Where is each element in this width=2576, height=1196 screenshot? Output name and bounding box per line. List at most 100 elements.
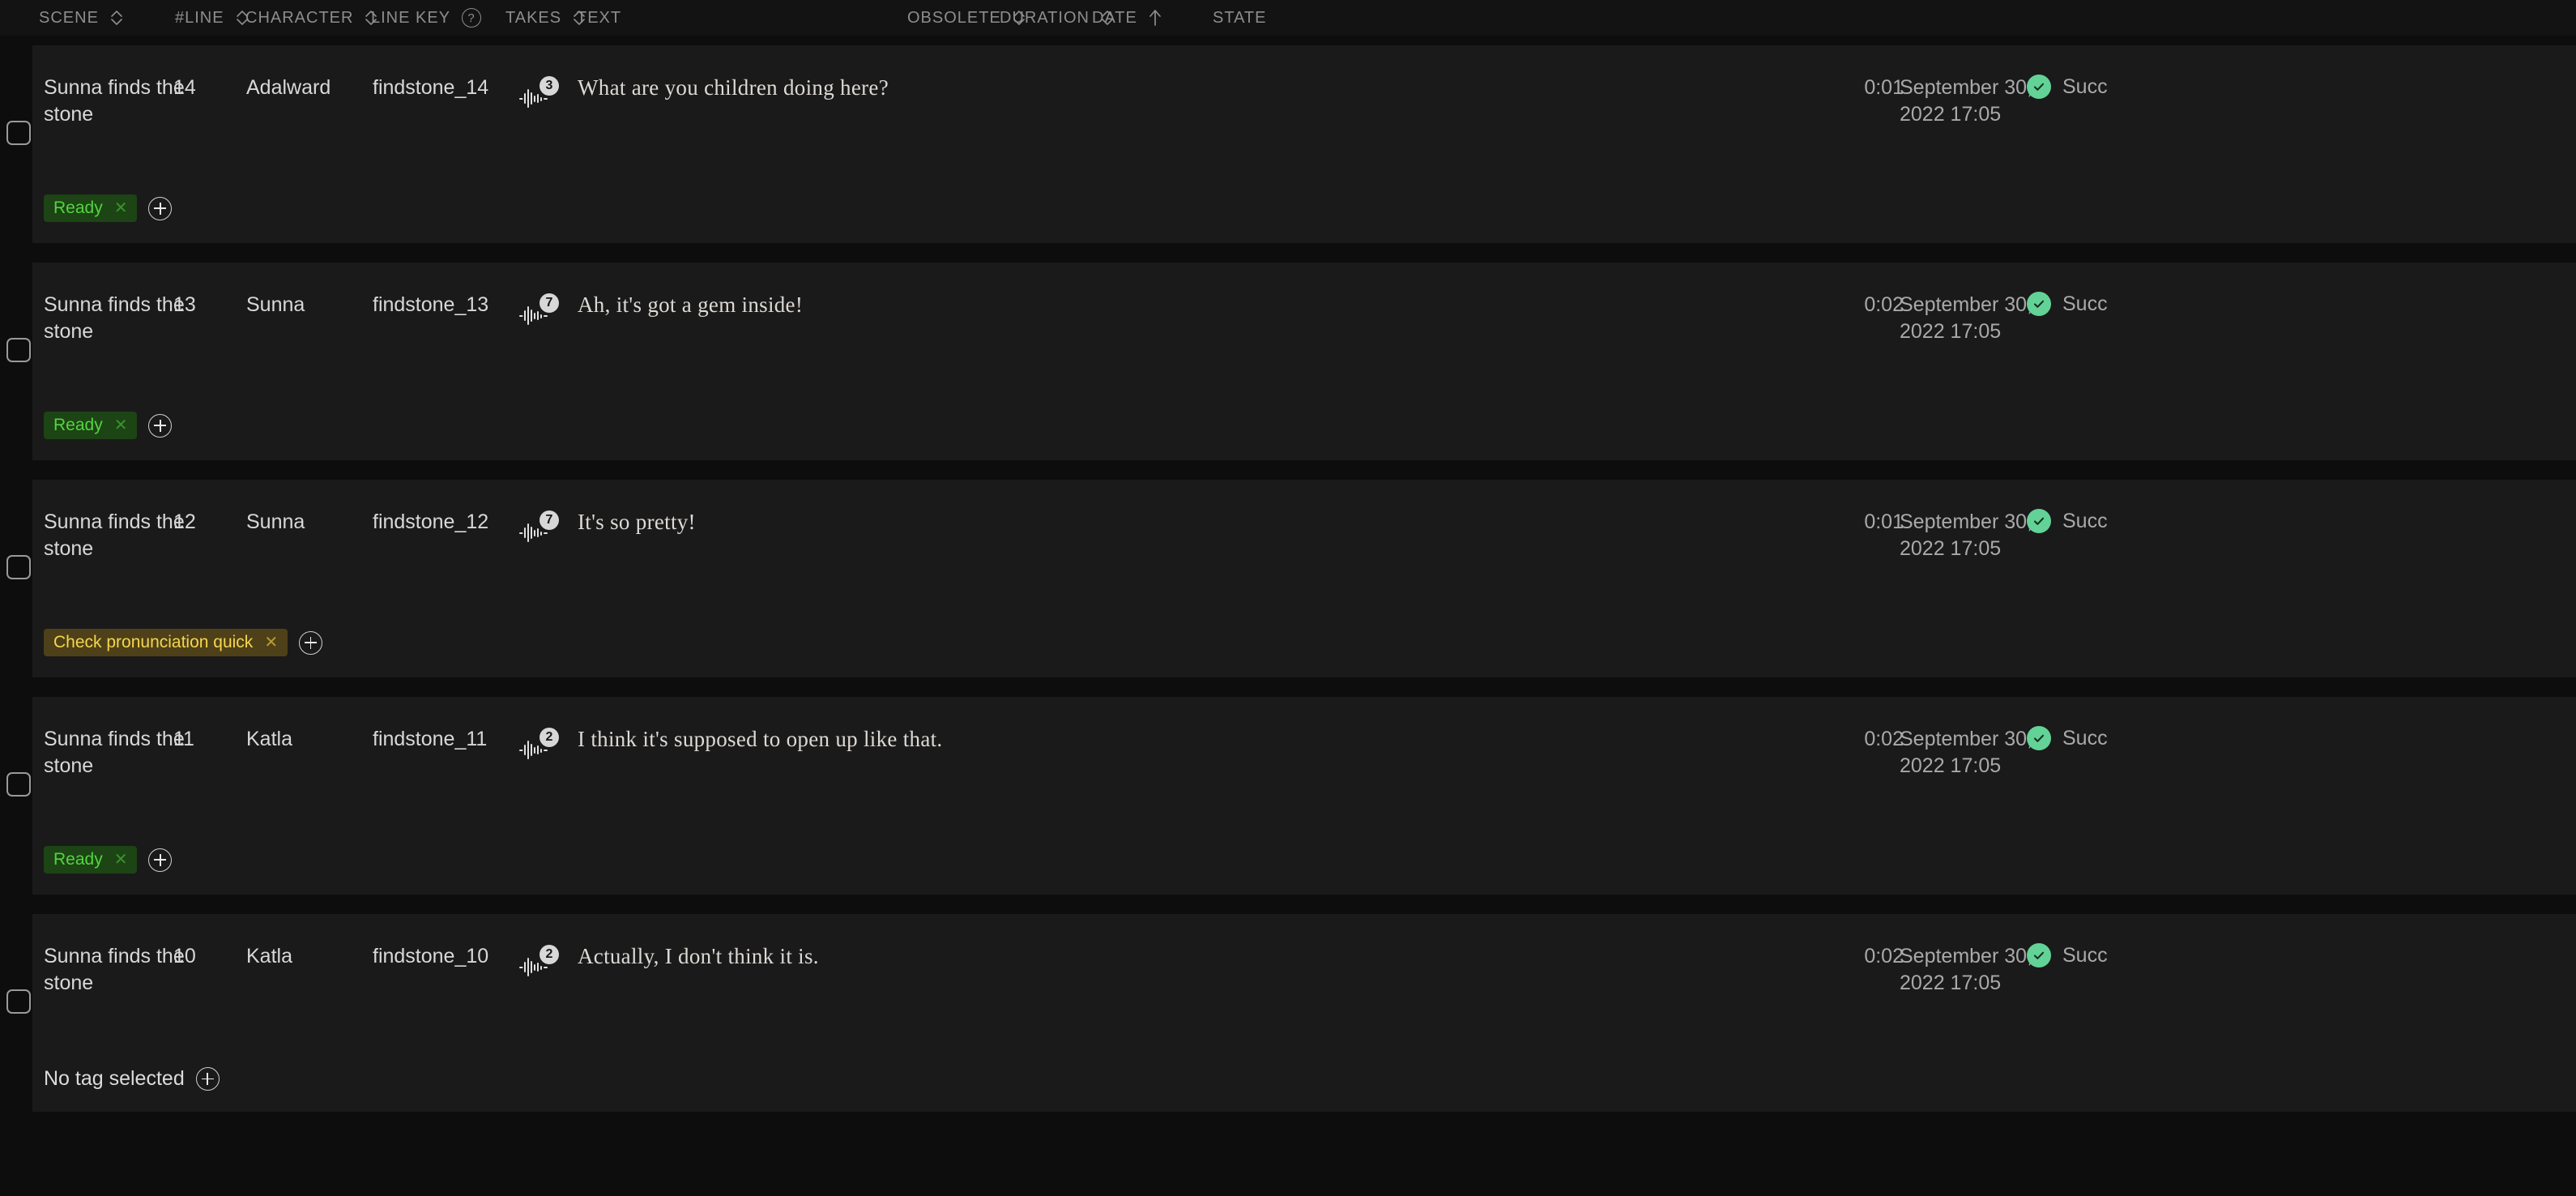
cell-text: Ah, it's got a gem inside!	[578, 293, 804, 317]
tag-chip[interactable]: Ready ✕	[44, 412, 138, 439]
column-header-label: DURATION	[1000, 8, 1090, 27]
row-checkbox[interactable]	[6, 989, 31, 1014]
cell-duration: 0:02	[1864, 945, 1904, 967]
cell-state: Succ	[2027, 292, 2108, 316]
status-success-icon	[2027, 726, 2051, 750]
cell-text: I think it's supposed to open up like th…	[578, 727, 943, 751]
table-body: Sunna finds the stone 14 Adalward findstone…	[0, 36, 2576, 1121]
table-row[interactable]: Sunna finds the stone 14 Adalward findstone…	[0, 36, 2576, 253]
cell-text: Actually, I don't think it is.	[578, 944, 819, 968]
row-checkbox[interactable]	[6, 555, 31, 579]
add-tag-button[interactable]	[148, 848, 173, 872]
column-header-label: DATE	[1092, 8, 1137, 27]
table-row[interactable]: Sunna finds the stone 13 Sunna findstone_13…	[0, 253, 2576, 470]
no-tag-label: No tag selected	[44, 1067, 185, 1090]
column-header-takes[interactable]: TAKES	[505, 0, 586, 36]
takes-count-badge: 2	[540, 945, 559, 964]
column-header-label: CHARACTER	[245, 8, 354, 27]
row-content[interactable]: Sunna finds the stone 10 Katla findstone_10…	[32, 914, 2576, 1112]
remove-tag-icon[interactable]: ✕	[264, 634, 278, 651]
cell-takes[interactable]: 7	[518, 293, 575, 332]
row-checkbox[interactable]	[6, 772, 31, 797]
cell-takes[interactable]: 3	[518, 76, 575, 115]
status-badge: Succ	[2062, 75, 2108, 98]
table-row[interactable]: Sunna finds the stone 10 Katla findstone_10…	[0, 904, 2576, 1121]
cell-state: Succ	[2027, 726, 2108, 750]
remove-tag-icon[interactable]: ✕	[114, 852, 128, 868]
cell-duration: 0:01	[1864, 510, 1904, 533]
row-content[interactable]: Sunna finds the stone 13 Sunna findstone_13…	[32, 263, 2576, 460]
cell-takes[interactable]: 2	[518, 945, 575, 984]
column-header-linekey[interactable]: LINE KEY?	[371, 0, 482, 36]
sort-ascending-icon[interactable]	[1149, 7, 1162, 28]
column-header-label: TAKES	[505, 8, 562, 27]
column-header-label: OBSOLETE	[907, 8, 1001, 27]
row-select-gutter	[0, 470, 32, 687]
column-header-label: LINE KEY	[371, 8, 451, 27]
row-tag-area: Check pronunciation quick ✕	[44, 629, 323, 656]
cell-duration: 0:01	[1864, 76, 1904, 99]
table-header-row: SCENE #LINE CHARACTER LINE KEY? TAKES TEXT OBS…	[0, 0, 2576, 36]
tag-label: Check pronunciation quick	[53, 633, 254, 651]
cell-duration: 0:02	[1864, 728, 1904, 750]
add-tag-button[interactable]	[148, 413, 173, 438]
remove-tag-icon[interactable]: ✕	[114, 200, 128, 216]
tag-chip[interactable]: Ready ✕	[44, 846, 138, 874]
check-icon	[2033, 734, 2045, 742]
cell-text: It's so pretty!	[578, 510, 696, 534]
tag-chip[interactable]: Ready ✕	[44, 194, 138, 222]
remove-tag-icon[interactable]: ✕	[114, 417, 128, 434]
help-icon[interactable]: ?	[462, 8, 482, 28]
check-icon	[2033, 83, 2045, 91]
row-tag-area: Ready ✕	[44, 412, 173, 439]
column-header-state: STATE	[1213, 0, 1266, 36]
tag-chip[interactable]: Check pronunciation quick ✕	[44, 629, 288, 656]
row-select-gutter	[0, 687, 32, 904]
row-tag-area: No tag selected	[44, 1067, 220, 1091]
table-row[interactable]: Sunna finds the stone 11 Katla findstone_11…	[0, 687, 2576, 904]
cell-takes[interactable]: 2	[518, 728, 575, 767]
cell-line-number: 14	[173, 76, 196, 99]
column-header-scene[interactable]: SCENE	[39, 0, 123, 36]
row-checkbox[interactable]	[6, 338, 31, 362]
takes-count-badge: 7	[540, 510, 559, 530]
cell-state: Succ	[2027, 509, 2108, 533]
column-header-line[interactable]: #LINE	[175, 0, 249, 36]
row-tag-area: Ready ✕	[44, 194, 173, 222]
cell-state: Succ	[2027, 943, 2108, 967]
cell-duration: 0:02	[1864, 293, 1904, 316]
status-success-icon	[2027, 509, 2051, 533]
row-content[interactable]: Sunna finds the stone 12 Sunna findstone_12…	[32, 480, 2576, 677]
cell-text: What are you children doing here?	[578, 75, 889, 100]
cell-line-number: 11	[173, 728, 194, 750]
row-content[interactable]: Sunna finds the stone 11 Katla findstone_11…	[32, 697, 2576, 895]
cell-line-number: 10	[173, 945, 196, 967]
row-tag-area: Ready ✕	[44, 846, 173, 874]
column-header-label: TEXT	[577, 8, 622, 27]
row-checkbox[interactable]	[6, 121, 31, 145]
check-icon	[2033, 951, 2045, 959]
column-header-character[interactable]: CHARACTER	[245, 0, 377, 36]
cell-line-number: 12	[173, 510, 196, 533]
row-content[interactable]: Sunna finds the stone 14 Adalward findstone…	[32, 45, 2576, 243]
column-header-date[interactable]: DATE	[1092, 0, 1162, 36]
status-badge: Succ	[2062, 726, 2108, 750]
cell-takes[interactable]: 7	[518, 510, 575, 549]
add-tag-button[interactable]	[195, 1067, 220, 1091]
column-header-label: #LINE	[175, 8, 224, 27]
status-success-icon	[2027, 943, 2051, 967]
check-icon	[2033, 517, 2045, 525]
status-badge: Succ	[2062, 292, 2108, 315]
add-tag-button[interactable]	[299, 630, 323, 655]
column-header-text: TEXT	[577, 0, 621, 36]
add-tag-button[interactable]	[148, 196, 173, 220]
takes-count-badge: 2	[540, 728, 559, 747]
status-success-icon	[2027, 292, 2051, 316]
column-header-label: SCENE	[39, 8, 99, 27]
cell-state: Succ	[2027, 75, 2108, 99]
sort-toggle-icon[interactable]	[110, 7, 123, 28]
table-row[interactable]: Sunna finds the stone 12 Sunna findstone_12…	[0, 470, 2576, 687]
cell-line-number: 13	[173, 293, 196, 316]
row-select-gutter	[0, 253, 32, 470]
tag-label: Ready	[53, 199, 103, 217]
